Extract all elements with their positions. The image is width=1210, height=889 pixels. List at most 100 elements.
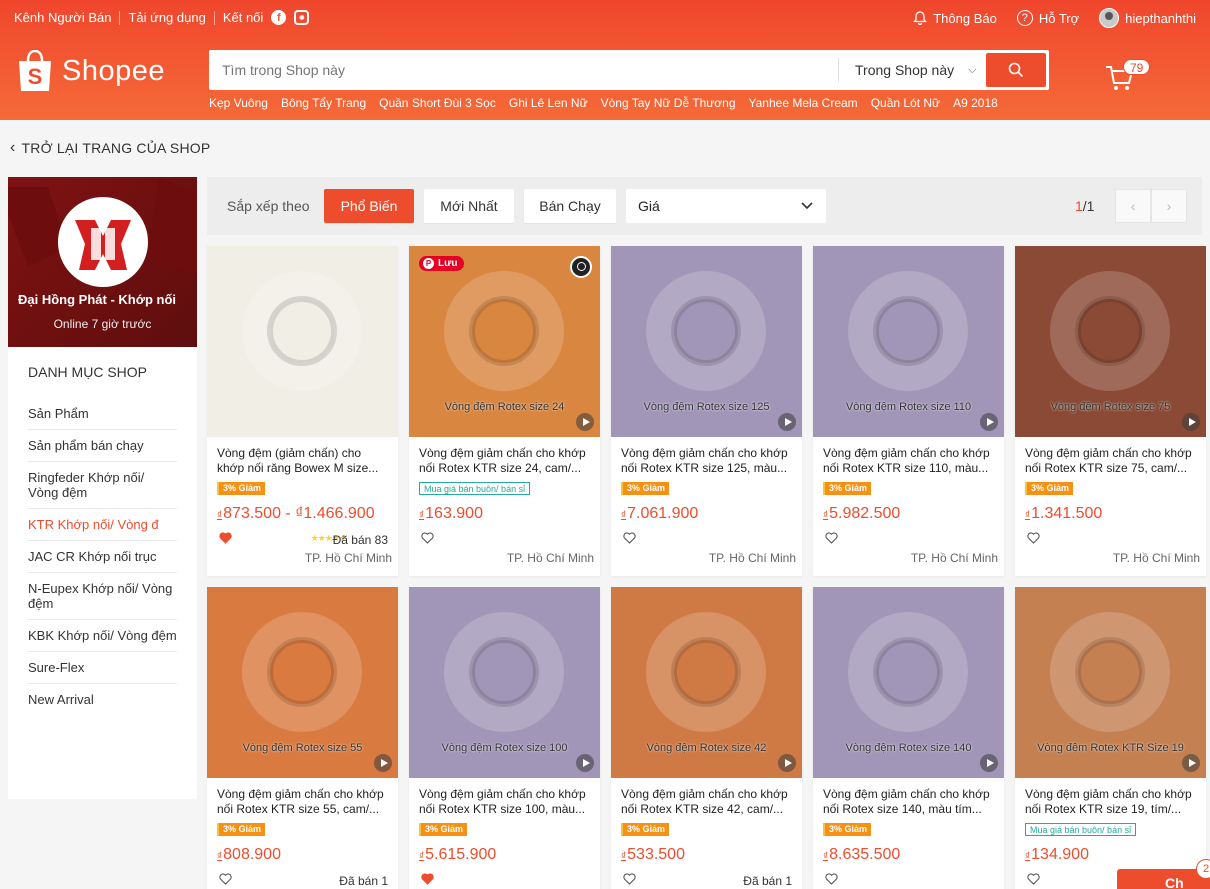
play-video-icon[interactable]: [576, 754, 594, 772]
like-heart-icon[interactable]: [825, 873, 838, 885]
product-location: TP. Hồ Chí Minh: [708, 551, 796, 565]
currency-symbol: ₫: [823, 510, 829, 521]
product-title[interactable]: Vòng đệm giảm chấn cho khớp nối Rotex KT…: [823, 446, 997, 476]
visual-search-icon[interactable]: [570, 256, 592, 278]
product-location: TP. Hồ Chí Minh: [1112, 551, 1200, 565]
sort-price-select[interactable]: Giá: [626, 189, 826, 223]
like-heart-icon[interactable]: [1027, 532, 1040, 544]
search-scope-dropdown[interactable]: Trong Shop này ⌵: [838, 58, 983, 82]
product-card[interactable]: Vòng đệm Rotex size 100 Vòng đệm giảm chấ…: [409, 587, 600, 889]
category-item[interactable]: KTR Khớp nối/ Vòng đ: [28, 509, 177, 541]
play-video-icon[interactable]: [778, 754, 796, 772]
like-heart-icon[interactable]: [219, 532, 232, 544]
product-image[interactable]: Vòng đệm Rotex KTR Size 19: [1015, 587, 1206, 778]
instagram-icon[interactable]: ◉: [294, 10, 310, 25]
product-title[interactable]: Vòng đệm giảm chấn cho khớp nối Rotex KT…: [621, 446, 795, 476]
product-image[interactable]: Vòng đệm Rotex size 140: [813, 587, 1004, 778]
like-heart-icon[interactable]: [421, 873, 434, 885]
like-heart-icon[interactable]: [623, 532, 636, 544]
notifications-link[interactable]: Thông Báo: [913, 11, 997, 26]
search-input[interactable]: [212, 53, 834, 87]
suggestion-link[interactable]: Ghi Lê Len Nữ: [509, 96, 588, 110]
like-heart-icon[interactable]: [219, 873, 232, 885]
currency-symbol: ₫: [1025, 510, 1031, 521]
product-card[interactable]: Vòng đệm Rotex size 110 Vòng đệm giảm chấ…: [813, 246, 1004, 576]
seller-channel-link[interactable]: Kênh Người Bán: [14, 10, 111, 25]
product-title[interactable]: Vòng đệm giảm chấn cho khớp nối Rotex si…: [823, 787, 997, 817]
product-image[interactable]: Vòng đệm Rotex size 75: [1015, 246, 1206, 437]
sort-newest-button[interactable]: Mới Nhất: [424, 189, 514, 223]
product-title[interactable]: Vòng đệm giảm chấn cho khớp nối Rotex KT…: [1025, 787, 1199, 817]
product-card[interactable]: Vòng đệm Rotex size 75 Vòng đệm giảm chấn…: [1015, 246, 1206, 576]
suggestion-link[interactable]: A9 2018: [953, 96, 998, 110]
product-card[interactable]: Vòng đệm Rotex size 42 Vòng đệm giảm chấn…: [611, 587, 802, 889]
discount-badge: 3% Giảm: [217, 482, 266, 495]
product-image[interactable]: Vòng đệm Rotex size 100: [409, 587, 600, 778]
product-title[interactable]: Vòng đệm giảm chấn cho khớp nối Rotex KT…: [419, 446, 593, 476]
play-video-icon[interactable]: [1182, 754, 1200, 772]
category-item[interactable]: Sure-Flex: [28, 652, 177, 684]
category-item[interactable]: Sản phẩm bán chạy: [28, 430, 177, 462]
like-heart-icon[interactable]: [825, 532, 838, 544]
like-heart-icon[interactable]: [421, 532, 434, 544]
product-image[interactable]: Vòng đệm Rotex size 125: [611, 246, 802, 437]
sold-count: Đã bán 1: [743, 874, 792, 888]
suggestion-link[interactable]: Quần Short Đùi 3 Sọc: [379, 96, 496, 110]
product-title[interactable]: Vòng đệm giảm chấn cho khớp nối Rotex KT…: [621, 787, 795, 817]
play-video-icon[interactable]: [980, 754, 998, 772]
category-item[interactable]: Ringfeder Khớp nối/ Vòng đệm: [28, 462, 177, 509]
play-video-icon[interactable]: [1182, 413, 1200, 431]
back-to-shop-link[interactable]: ‹ TRỞ LẠI TRANG CỦA SHOP: [10, 139, 210, 157]
like-heart-icon[interactable]: [1027, 873, 1040, 885]
product-card[interactable]: Vòng đệm Rotex size 140 Vòng đệm giảm chấ…: [813, 587, 1004, 889]
price-value: 1.341.500: [1031, 505, 1103, 522]
chevron-left-icon: ‹: [10, 139, 16, 156]
sort-bestselling-button[interactable]: Bán Chạy: [524, 189, 616, 223]
category-item[interactable]: KBK Khớp nối/ Vòng đệm: [28, 620, 177, 652]
product-card[interactable]: Vòng đệm Rotex size 125 Vòng đệm giảm chấ…: [611, 246, 802, 576]
sort-popular-button[interactable]: Phổ Biến: [324, 189, 414, 223]
like-heart-icon[interactable]: [623, 873, 636, 885]
category-item[interactable]: JAC CR Khớp nối trục: [28, 541, 177, 573]
product-card[interactable]: Vòng đệm Rotex size 24 P Lưu Vòng đệm giảm …: [409, 246, 600, 576]
help-link[interactable]: ? Hỗ Trợ: [1016, 10, 1079, 26]
product-card[interactable]: Vòng đệm Rotex KTR Size 19 Vòng đệm giảm …: [1015, 587, 1206, 889]
product-title[interactable]: Vòng đệm (giảm chấn) cho khớp nối răng B…: [217, 446, 391, 476]
play-video-icon[interactable]: [576, 413, 594, 431]
suggestion-link[interactable]: Vòng Tay Nữ Dễ Thương: [601, 96, 736, 110]
shopee-logo[interactable]: S Shopee: [16, 50, 165, 92]
category-item[interactable]: N-Eupex Khớp nối/ Vòng đệm: [28, 573, 177, 620]
product-title[interactable]: Vòng đệm giảm chấn cho khớp nối Rotex KT…: [1025, 446, 1199, 476]
suggestion-link[interactable]: Kẹp Vuông: [209, 96, 268, 110]
product-image[interactable]: Vòng đệm Rotex size 42: [611, 587, 802, 778]
download-app-link[interactable]: Tải ứng dụng: [128, 10, 205, 25]
category-item[interactable]: Sản Phẩm: [28, 398, 177, 430]
currency-symbol: ₫: [1025, 851, 1031, 862]
product-title[interactable]: Vòng đệm giảm chấn cho khớp nối Rotex KT…: [217, 787, 391, 817]
product-image[interactable]: Vòng đệm Rotex size 55: [207, 587, 398, 778]
product-card[interactable]: Vòng đệm (giảm chấn) cho khớp nối răng B…: [207, 246, 398, 576]
suggestion-link[interactable]: Yanhee Mela Cream: [749, 96, 858, 110]
prev-page-button[interactable]: ‹: [1115, 189, 1151, 223]
play-video-icon[interactable]: [980, 413, 998, 431]
image-caption: Vòng đệm Rotex size 140: [845, 742, 972, 754]
shop-avatar[interactable]: [58, 197, 148, 287]
next-page-button[interactable]: ›: [1151, 189, 1187, 223]
category-item[interactable]: New Arrival: [28, 684, 177, 715]
product-title[interactable]: Vòng đệm giảm chấn cho khớp nối Rotex KT…: [419, 787, 593, 817]
categories-title: DANH MỤC SHOP: [28, 364, 148, 380]
facebook-icon[interactable]: f: [271, 10, 287, 25]
suggestion-link[interactable]: Quần Lót Nữ: [871, 96, 940, 110]
user-account[interactable]: hiepthanhthi: [1099, 8, 1196, 28]
suggestion-link[interactable]: Bông Tẩy Trang: [281, 96, 366, 110]
search-button[interactable]: [986, 53, 1046, 87]
play-video-icon[interactable]: [374, 754, 392, 772]
product-image[interactable]: Vòng đệm Rotex size 24 P Lưu: [409, 246, 600, 437]
play-video-icon[interactable]: [778, 413, 796, 431]
shop-info-card[interactable]: Đại Hồng Phát - Khớp nối Online 7 giờ tr…: [8, 177, 197, 347]
product-image[interactable]: [207, 246, 398, 437]
product-image[interactable]: Vòng đệm Rotex size 110: [813, 246, 1004, 437]
currency-symbol: ₫: [217, 851, 223, 862]
product-card[interactable]: Vòng đệm Rotex size 55 Vòng đệm giảm chấn…: [207, 587, 398, 889]
pinterest-save-button[interactable]: P Lưu: [419, 256, 465, 271]
